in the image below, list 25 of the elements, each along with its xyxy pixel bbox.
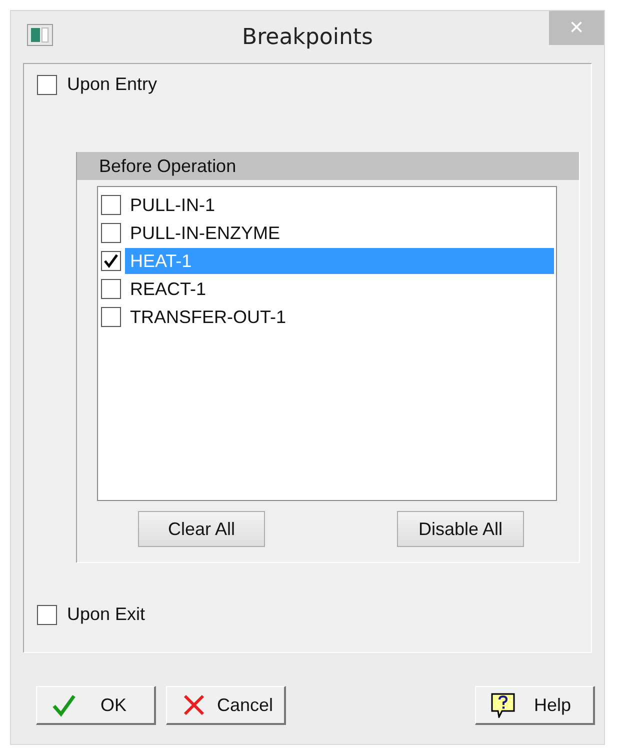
list-item[interactable]: PULL-IN-1	[125, 192, 554, 218]
upon-entry-checkbox[interactable]	[37, 74, 57, 94]
help-button[interactable]: Help	[475, 686, 595, 725]
window-title: Breakpoints	[242, 24, 373, 50]
item-checkbox[interactable]	[101, 223, 121, 243]
item-checkbox[interactable]	[101, 195, 121, 215]
disable-all-button[interactable]: Disable All	[397, 511, 524, 547]
help-icon	[490, 692, 516, 718]
list-item[interactable]: TRANSFER-OUT-1	[125, 304, 554, 330]
checkbox-label: Upon Entry	[67, 74, 158, 95]
cross-icon	[181, 692, 207, 718]
list-item[interactable]: PULL-IN-ENZYME	[125, 220, 554, 246]
ok-button[interactable]: OK	[36, 686, 156, 725]
clear-all-button[interactable]: Clear All	[138, 511, 265, 547]
cancel-button[interactable]: Cancel	[166, 686, 286, 725]
app-icon	[27, 24, 53, 46]
group-header: Before Operation	[77, 152, 579, 180]
item-checkbox[interactable]	[101, 251, 121, 271]
check-mark-icon	[103, 253, 119, 269]
upon-exit-checkbox[interactable]	[37, 604, 57, 624]
checkmark-icon	[51, 692, 77, 718]
item-checkbox[interactable]	[101, 307, 121, 327]
item-checkbox[interactable]	[101, 279, 121, 299]
list-item[interactable]: REACT-1	[125, 276, 554, 302]
checkbox-label: Upon Exit	[67, 604, 146, 625]
